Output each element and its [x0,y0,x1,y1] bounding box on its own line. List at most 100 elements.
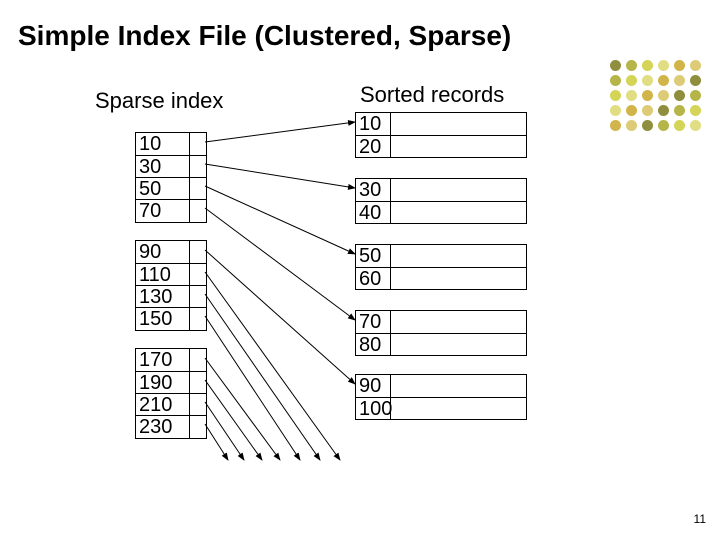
dot-icon [610,90,621,101]
sorted-records-label: Sorted records [360,82,504,108]
record-row: 40 [356,201,526,223]
index-pointer-cell [189,372,206,394]
index-pointer-cell [189,394,206,416]
record-block: 1020 [355,112,527,158]
decorative-dots-icon [610,60,720,140]
index-key: 130 [139,286,172,308]
index-row: 190 [136,371,206,393]
record-key: 50 [359,245,391,267]
dot-icon [642,120,653,131]
record-block: 5060 [355,244,527,290]
dot-icon [674,90,685,101]
index-pointer-cell [189,308,206,330]
page-number: 11 [694,512,706,526]
dot-icon [690,60,701,71]
dot-icon [690,120,701,131]
record-row: 80 [356,333,526,355]
index-pointer-cell [189,200,206,222]
index-row: 10 [136,133,206,155]
index-pointer-cell [189,133,206,155]
record-key: 80 [359,334,391,355]
dot-icon [690,75,701,86]
index-key: 190 [139,372,172,394]
index-key: 70 [139,200,161,222]
index-pointer-cell [189,349,206,371]
pointer-arrow [205,186,355,254]
index-key: 10 [139,133,161,155]
dot-icon [626,75,637,86]
index-block: 10305070 [135,132,207,223]
pointer-arrow [205,380,262,460]
record-key: 70 [359,311,391,333]
dot-icon [674,75,685,86]
dot-icon [642,105,653,116]
index-row: 30 [136,155,206,177]
dot-icon [626,120,637,131]
record-key: 60 [359,268,391,289]
record-row: 30 [356,179,526,201]
dot-icon [658,90,669,101]
pointer-arrow [205,294,320,460]
pointer-arrow [205,122,355,142]
dot-icon [610,105,621,116]
index-block: 170190210230 [135,348,207,439]
pointer-arrow [205,358,280,460]
dot-icon [658,105,669,116]
index-key: 210 [139,394,172,416]
index-block: 90110130150 [135,240,207,331]
record-key: 20 [359,136,391,157]
index-row: 110 [136,263,206,285]
pointer-arrow [205,208,355,320]
index-key: 170 [139,349,172,371]
pointer-arrow [205,424,228,460]
dot-icon [626,105,637,116]
dot-icon [690,90,701,101]
pointer-arrow [205,402,244,460]
record-key: 90 [359,375,391,397]
record-row: 20 [356,135,526,157]
dot-icon [642,75,653,86]
slide-title: Simple Index File (Clustered, Sparse) [18,20,511,52]
index-key: 30 [139,156,161,178]
sparse-index-label: Sparse index [95,88,223,114]
index-key: 230 [139,416,172,438]
index-row: 50 [136,177,206,199]
record-row: 90 [356,375,526,397]
record-key: 100 [359,398,391,419]
slide: Simple Index File (Clustered, Sparse) Sp… [0,0,720,540]
dot-icon [610,75,621,86]
dot-icon [610,60,621,71]
record-block: 3040 [355,178,527,224]
dot-icon [642,90,653,101]
dot-icon [626,90,637,101]
record-row: 60 [356,267,526,289]
index-pointer-cell [189,286,206,308]
dot-icon [658,120,669,131]
pointer-arrow [205,316,300,460]
index-row: 130 [136,285,206,307]
index-key: 110 [139,264,171,286]
index-row: 150 [136,307,206,329]
index-row: 70 [136,199,206,221]
dot-icon [658,75,669,86]
index-row: 210 [136,393,206,415]
record-key: 40 [359,202,391,223]
dot-icon [642,60,653,71]
pointer-arrow [205,250,355,384]
index-pointer-cell [189,416,206,438]
dot-icon [610,120,621,131]
dot-icon [626,60,637,71]
record-row: 50 [356,245,526,267]
index-row: 170 [136,349,206,371]
record-row: 70 [356,311,526,333]
index-row: 90 [136,241,206,263]
index-row: 230 [136,415,206,437]
dot-icon [690,105,701,116]
index-pointer-cell [189,178,206,200]
pointer-arrow [205,164,355,188]
index-pointer-cell [189,264,206,286]
index-pointer-cell [189,241,206,263]
record-row: 100 [356,397,526,419]
pointer-arrow [205,272,340,460]
record-block: 90100 [355,374,527,420]
